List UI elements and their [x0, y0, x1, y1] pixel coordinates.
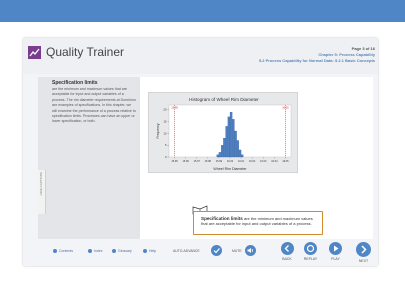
definition-title: Specification limits: [52, 80, 98, 86]
x-tick-label: 15.95: [171, 160, 178, 163]
section-title: 5.2 Process Capability for Normal Data: …: [258, 58, 375, 63]
help-dot-icon: [143, 249, 147, 253]
histogram-bar: [229, 111, 233, 158]
back-label: BACK: [282, 257, 292, 261]
x-tick-label: 16.04: [271, 160, 278, 163]
trainer-window: Quality Trainer Page 3 of 16 Chapter 5: …: [23, 38, 378, 266]
y-tick-label: 5: [165, 143, 167, 147]
definition-callout: Specification limits are the minimum and…: [193, 211, 323, 235]
play-icon: [334, 245, 339, 252]
histogram-bar: [225, 126, 228, 158]
content-area: HIDE CAPTIONS Specification limits are t…: [38, 77, 373, 239]
index-dot-icon: [88, 249, 92, 253]
hide-captions-label: HIDE CAPTIONS: [39, 172, 43, 196]
caption-sidebar: HIDE CAPTIONS Specification limits are t…: [38, 77, 140, 239]
replay-icon: [306, 244, 315, 253]
histogram-bar: [223, 137, 226, 158]
footer-controls: Contents Index Glossary Help AUTO-ADVANC…: [23, 239, 378, 266]
x-tick-label: 16.00: [227, 160, 234, 163]
back-button[interactable]: [281, 242, 294, 255]
histogram-bar: [218, 152, 222, 158]
glossary-label: Glossary: [118, 249, 132, 253]
header: Quality Trainer Page 3 of 16 Chapter 5: …: [23, 38, 378, 74]
play-button[interactable]: [329, 242, 342, 255]
definition-text: are the minimum and maximum values that …: [52, 87, 136, 124]
histogram-bar: [221, 145, 224, 158]
chapter-title: Chapter 5: Process Capability: [318, 52, 375, 57]
contents-link[interactable]: Contents: [53, 248, 73, 254]
histogram-bar: [227, 116, 231, 158]
x-tick-label: 15.98: [205, 160, 212, 163]
chart-title: Histogram of Wheel Rim Diameter: [189, 97, 259, 102]
x-axis-label: Wheel Rim Diameter: [213, 167, 247, 171]
mute-button[interactable]: [245, 245, 256, 256]
x-tick-label: 15.99: [216, 160, 223, 163]
spec-limit-label: 15.95: [171, 106, 178, 110]
replay-label: REPLAY: [303, 257, 318, 261]
x-tick-label: 16.05: [282, 160, 289, 163]
x-tick-label: 15.97: [194, 160, 201, 163]
x-tick-label: 16.01: [238, 160, 245, 163]
top-banner: [0, 0, 405, 22]
histogram-bar: [240, 154, 244, 158]
mute-label: MUTE: [232, 249, 242, 253]
next-arrow-icon: [361, 245, 367, 254]
histogram-bar: [234, 130, 237, 158]
y-tick-label: 10: [163, 131, 167, 135]
index-link[interactable]: Index: [88, 248, 103, 254]
x-tick-label: 16.03: [260, 160, 267, 163]
help-label: Help: [149, 249, 157, 253]
index-label: Index: [94, 249, 103, 253]
y-axis-label: Frequency: [156, 123, 160, 138]
replay-button[interactable]: [304, 242, 317, 255]
auto-advance-label: AUTO-ADVANCE: [173, 249, 200, 253]
callout-text: Specification limits are the minimum and…: [201, 216, 319, 226]
x-tick-label: 15.96: [183, 160, 190, 163]
back-arrow-icon: [284, 245, 289, 252]
y-tick-label: 0: [165, 155, 167, 159]
spec-limit-label: 16.05: [282, 106, 289, 110]
chart-logo-icon: [28, 46, 41, 59]
y-tick-label: 15: [163, 120, 167, 124]
help-link[interactable]: Help: [143, 248, 156, 254]
app-title: Quality Trainer: [46, 45, 125, 59]
histogram-bar: [238, 149, 242, 158]
contents-dot-icon: [53, 249, 57, 253]
hide-captions-tab[interactable]: HIDE CAPTIONS: [38, 170, 46, 214]
y-tick-label: 20: [163, 108, 167, 112]
x-tick-label: 16.02: [249, 160, 256, 163]
glossary-link[interactable]: Glossary: [112, 248, 132, 254]
histogram-bar: [232, 119, 235, 158]
next-button[interactable]: [356, 242, 371, 257]
glossary-dot-icon: [112, 249, 116, 253]
contents-label: Contents: [59, 249, 74, 253]
histogram-bar: [236, 140, 239, 158]
speaker-icon: [247, 248, 253, 253]
histogram-bar: [216, 154, 220, 158]
play-label: PLAY: [331, 257, 340, 261]
histogram-chart: Histogram of Wheel Rim Diameter Frequenc…: [148, 92, 298, 173]
auto-advance-toggle[interactable]: [211, 245, 222, 256]
histogram-svg: Histogram of Wheel Rim Diameter Frequenc…: [156, 97, 292, 171]
next-label: NEXT: [358, 259, 369, 263]
page-number: Page 3 of 16: [351, 46, 375, 51]
